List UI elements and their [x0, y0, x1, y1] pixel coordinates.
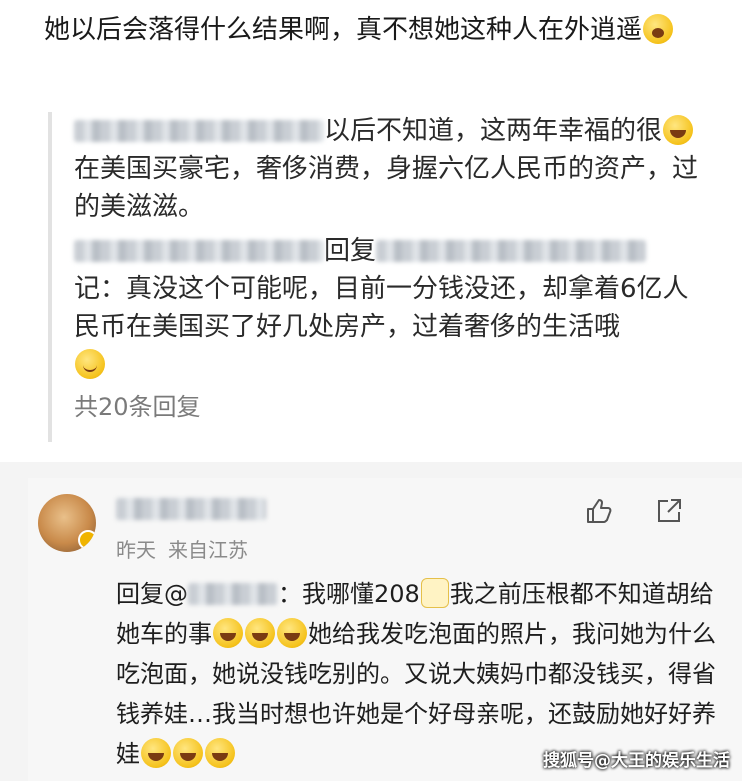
reply-count-link[interactable]: 共20条回复 [74, 388, 714, 426]
comment-location: 来自江苏 [168, 538, 248, 562]
comment-card: 昨天 来自江苏 回复@ ：我哪懂208 我之前压根都不知道胡给她车的事 她给我发吃泡面的… [28, 478, 742, 781]
quote-1-head: 以后不知道，这两年幸福的很 [324, 116, 663, 146]
cat-sticker-icon [420, 578, 449, 608]
quoted-replies: 以后不知道，这两年幸福的很在美国买豪宅，奢侈消费，身握六亿人民币的资产，过的美滋… [48, 112, 714, 442]
smiling-emoji-icon [75, 349, 105, 379]
quote-2-body: 记：真没这个可能呢，目前一分钱没还，却拿着6亿人民币在美国买了好几处房产，过着奢… [74, 274, 689, 342]
post-body: 她以后会落得什么结果啊，真不想她这种人在外逍遥 [44, 15, 643, 45]
username[interactable] [116, 498, 266, 521]
blurred-username [74, 120, 324, 142]
laughing-emoji-icon [277, 618, 307, 648]
avatar[interactable] [38, 494, 96, 552]
comment-time: 昨天 [116, 538, 156, 562]
watermark: 搜狐号@大王的娱乐生活 [543, 751, 730, 771]
comment-body: 回复@ ：我哪懂208 我之前压根都不知道胡给她车的事 她给我发吃泡面的照片，我问她为… [116, 574, 716, 774]
blurred-username [188, 583, 278, 605]
blurred-username [74, 240, 324, 262]
thumb-up-icon[interactable] [584, 496, 614, 526]
blurred-username [376, 240, 647, 262]
comment-line-1: ：我哪懂208 [278, 580, 420, 608]
quote-1: 以后不知道，这两年幸福的很在美国买豪宅，奢侈消费，身握六亿人民币的资产，过的美滋… [74, 112, 714, 226]
laughing-emoji-icon [141, 738, 171, 768]
quote-2: 回复 记：真没这个可能呢，目前一分钱没还，却拿着6亿人民币在美国买了好几处房产，… [74, 232, 714, 384]
comment-meta: 昨天 来自江苏 [116, 534, 260, 563]
laughing-emoji-icon [205, 738, 235, 768]
laughing-emoji-icon [213, 618, 243, 648]
reply-word: 回复 [324, 236, 377, 266]
quote-1-body: 在美国买豪宅，奢侈消费，身握六亿人民币的资产，过的美滋滋。 [74, 154, 699, 222]
laughing-emoji-icon [245, 618, 275, 648]
crying-emoji-icon [643, 14, 674, 44]
blurred-username [116, 498, 266, 520]
laughing-emoji-icon [663, 115, 694, 145]
laughing-emoji-icon [173, 738, 203, 768]
verified-badge-icon [78, 530, 96, 550]
post-section: 她以后会落得什么结果啊，真不想她这种人在外逍遥 以后不知道，这两年幸福的很在美国… [0, 0, 742, 462]
reply-mention[interactable]: 回复@ [116, 580, 188, 608]
share-icon[interactable] [654, 496, 684, 526]
post-text: 她以后会落得什么结果啊，真不想她这种人在外逍遥 [44, 8, 704, 52]
